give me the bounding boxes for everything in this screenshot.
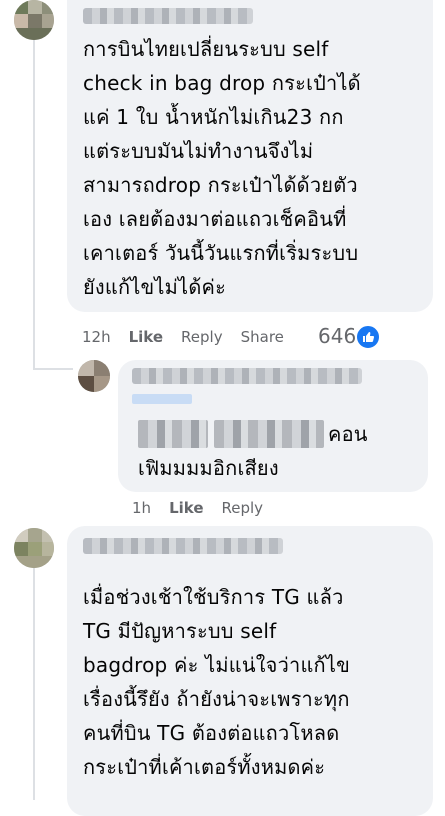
avatar[interactable] — [14, 528, 54, 568]
author-name[interactable] — [83, 538, 283, 554]
share-button[interactable]: Share — [241, 328, 284, 346]
thread-line — [33, 40, 35, 370]
comment-text: คอน — [328, 422, 368, 446]
thread-connector — [33, 368, 73, 370]
like-button[interactable]: Like — [129, 328, 163, 346]
comment-text: เมื่อช่วงเช้าใช้บริการ TG แล้ว TG มีปัญห… — [83, 585, 350, 779]
mention-tag[interactable] — [132, 394, 192, 404]
reply-button[interactable]: Reply — [222, 499, 264, 517]
comment-bubble: เมื่อช่วงเช้าใช้บริการ TG แล้ว TG มีปัญห… — [67, 526, 433, 816]
author-name[interactable] — [132, 368, 362, 384]
mention-name[interactable] — [138, 420, 208, 448]
comment-text: การบินไทยเปลี่ยนระบบ self check in bag d… — [83, 37, 361, 299]
like-button[interactable]: Like — [169, 499, 203, 517]
avatar[interactable] — [78, 360, 110, 392]
like-thumb-icon — [355, 324, 381, 350]
thread-line — [33, 565, 35, 800]
comment-bubble: คอน เฟิมมมมอิกเสียง — [118, 360, 428, 492]
reply-button[interactable]: Reply — [181, 328, 223, 346]
comment-text: เฟิมมมมอิกเสียง — [138, 456, 279, 480]
timestamp[interactable]: 1h — [132, 499, 151, 517]
comment-actions: 1h Like Reply — [132, 499, 263, 517]
comment-bubble: การบินไทยเปลี่ยนระบบ self check in bag d… — [67, 0, 433, 312]
reaction-count[interactable]: 646 — [318, 324, 356, 348]
mention-name[interactable] — [214, 420, 324, 448]
author-name[interactable] — [83, 8, 253, 24]
comment-actions: 12h Like Reply Share — [82, 328, 284, 346]
avatar[interactable] — [14, 0, 54, 40]
timestamp[interactable]: 12h — [82, 328, 111, 346]
